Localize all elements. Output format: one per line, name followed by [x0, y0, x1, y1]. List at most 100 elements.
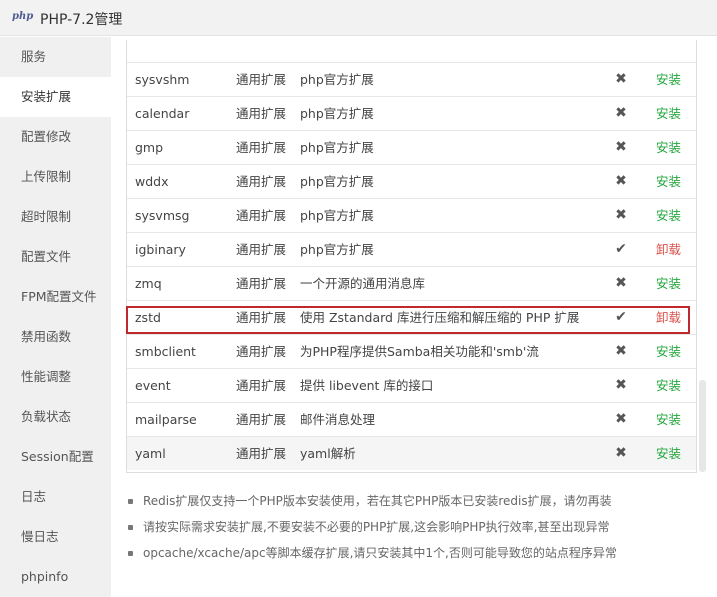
install-button[interactable]: 安装 [656, 131, 681, 165]
note-item: Redis扩展仅支持一个PHP版本安装使用，若在其它PHP版本已安装redis扩… [128, 488, 617, 514]
extension-description: 为PHP程序提供Samba相关功能和'smb'流 [300, 344, 539, 359]
extension-type: 通用扩展 [236, 174, 287, 189]
php-logo-icon: php [12, 11, 34, 22]
uninstall-button[interactable]: 卸载 [656, 301, 681, 335]
table-row: gmp 通用扩展 php官方扩展 ✖ 安装 [127, 130, 696, 164]
sidebar-item[interactable]: 配置修改 [0, 117, 111, 157]
extension-description: php官方扩展 [300, 106, 374, 121]
note-text: Redis扩展仅支持一个PHP版本安装使用，若在其它PHP版本已安装redis扩… [143, 494, 612, 508]
install-button[interactable]: 安装 [656, 63, 681, 97]
install-button[interactable]: 安装 [656, 403, 681, 437]
install-button[interactable]: 安装 [656, 97, 681, 131]
install-button[interactable]: 安装 [656, 165, 681, 199]
extension-name: gmp [135, 140, 164, 155]
extensions-table: sysvshm 通用扩展 php官方扩展 ✖ 安装 calendar 通用扩展 php官方扩展… [126, 40, 697, 473]
install-button[interactable]: 安装 [656, 369, 681, 403]
title-bar: php PHP-7.2管理 [0, 0, 717, 36]
check-icon: ✔ [615, 309, 627, 325]
extension-name: sysvmsg [135, 208, 190, 223]
extension-name: sysvshm [135, 72, 190, 87]
extension-type: 通用扩展 [236, 72, 287, 87]
extension-description: 邮件消息处理 [300, 412, 376, 427]
extension-description: php官方扩展 [300, 242, 374, 257]
table-row: wddx 通用扩展 php官方扩展 ✖ 安装 [127, 164, 696, 198]
extension-name: smbclient [135, 344, 196, 359]
cross-icon: ✖ [615, 377, 627, 393]
extension-name: igbinary [135, 242, 186, 257]
sidebar-item[interactable]: 慢日志 [0, 517, 111, 557]
extension-type: 通用扩展 [236, 378, 287, 393]
cross-icon: ✖ [615, 445, 627, 461]
extension-type: 通用扩展 [236, 310, 287, 325]
extension-description: php官方扩展 [300, 72, 374, 87]
bullet-icon [128, 551, 133, 556]
extension-type: 通用扩展 [236, 140, 287, 155]
window-title: PHP-7.2管理 [40, 12, 123, 28]
table-row: calendar 通用扩展 php官方扩展 ✖ 安装 [127, 96, 696, 130]
sidebar-item[interactable]: 负载状态 [0, 397, 111, 437]
extension-type: 通用扩展 [236, 446, 287, 461]
install-button[interactable]: 安装 [656, 267, 681, 301]
sidebar-item[interactable]: 性能调整 [0, 357, 111, 397]
extension-description: 一个开源的通用消息库 [300, 276, 426, 291]
note-item: 请按实际需求安装扩展,不要安装不必要的PHP扩展,这会影响PHP执行效率,甚至出… [128, 514, 617, 540]
sidebar-item[interactable]: 上传限制 [0, 157, 111, 197]
note-item: opcache/xcache/apc等脚本缓存扩展,请只安装其中1个,否则可能导… [128, 540, 617, 566]
extension-description: 提供 libevent 库的接口 [300, 378, 434, 393]
extension-description: yaml解析 [300, 446, 356, 461]
extension-name: zstd [135, 310, 161, 325]
extension-name: zmq [135, 276, 162, 291]
extension-name: wddx [135, 174, 169, 189]
extension-type: 通用扩展 [236, 208, 287, 223]
cross-icon: ✖ [615, 411, 627, 427]
table-row: sysvshm 通用扩展 php官方扩展 ✖ 安装 [127, 62, 696, 96]
table-row: event 通用扩展 提供 libevent 库的接口 ✖ 安装 [127, 368, 696, 402]
table-row: smbclient 通用扩展 为PHP程序提供Samba相关功能和'smb'流 ✖ 安装 [127, 334, 696, 368]
extension-description: php官方扩展 [300, 174, 374, 189]
cross-icon: ✖ [615, 173, 627, 189]
extension-description: php官方扩展 [300, 208, 374, 223]
extension-description: 使用 Zstandard 库进行压缩和解压缩的 PHP 扩展 [300, 310, 580, 325]
extension-name: yaml [135, 446, 166, 461]
note-text: opcache/xcache/apc等脚本缓存扩展,请只安装其中1个,否则可能导… [143, 546, 617, 560]
sidebar-divider [111, 37, 113, 597]
table-row: zmq 通用扩展 一个开源的通用消息库 ✖ 安装 [127, 266, 696, 300]
extension-name: mailparse [135, 412, 197, 427]
sidebar-item[interactable]: 日志 [0, 477, 111, 517]
extension-type: 通用扩展 [236, 242, 287, 257]
bullet-icon [128, 525, 133, 530]
sidebar-item[interactable]: 安装扩展 [0, 77, 111, 117]
cross-icon: ✖ [615, 139, 627, 155]
table-row: zstd 通用扩展 使用 Zstandard 库进行压缩和解压缩的 PHP 扩展 ✔ 卸… [127, 300, 696, 334]
sidebar-item[interactable]: 服务 [0, 37, 111, 77]
table-row: sysvmsg 通用扩展 php官方扩展 ✖ 安装 [127, 198, 696, 232]
extension-type: 通用扩展 [236, 106, 287, 121]
sidebar-item[interactable]: FPM配置文件 [0, 277, 111, 317]
note-text: 请按实际需求安装扩展,不要安装不必要的PHP扩展,这会影响PHP执行效率,甚至出… [143, 520, 610, 534]
sidebar-item[interactable]: 配置文件 [0, 237, 111, 277]
extension-type: 通用扩展 [236, 276, 287, 291]
extension-name: calendar [135, 106, 190, 121]
extension-name: event [135, 378, 171, 393]
sidebar-item[interactable]: phpinfo [0, 557, 111, 597]
cross-icon: ✖ [615, 105, 627, 121]
extension-description: php官方扩展 [300, 140, 374, 155]
extension-type: 通用扩展 [236, 344, 287, 359]
sidebar-item[interactable]: Session配置 [0, 437, 111, 477]
install-button[interactable]: 安装 [656, 335, 681, 369]
sidebar: 服务 安装扩展 配置修改 上传限制 超时限制 配置文件 FPM配置文件 禁用函数 性能调整 负载状… [0, 37, 111, 597]
install-button[interactable]: 安装 [656, 199, 681, 233]
cross-icon: ✖ [615, 207, 627, 223]
bullet-icon [128, 499, 133, 504]
extension-type: 通用扩展 [236, 412, 287, 427]
cross-icon: ✖ [615, 343, 627, 359]
notes-list: Redis扩展仅支持一个PHP版本安装使用，若在其它PHP版本已安装redis扩… [128, 488, 617, 566]
sidebar-item[interactable]: 禁用函数 [0, 317, 111, 357]
install-button[interactable]: 安装 [656, 437, 681, 471]
scrollbar[interactable] [699, 380, 706, 472]
table-row: yaml 通用扩展 yaml解析 ✖ 安装 [127, 436, 696, 470]
cross-icon: ✖ [615, 71, 627, 87]
sidebar-item[interactable]: 超时限制 [0, 197, 111, 237]
uninstall-button[interactable]: 卸载 [656, 233, 681, 267]
cross-icon: ✖ [615, 275, 627, 291]
